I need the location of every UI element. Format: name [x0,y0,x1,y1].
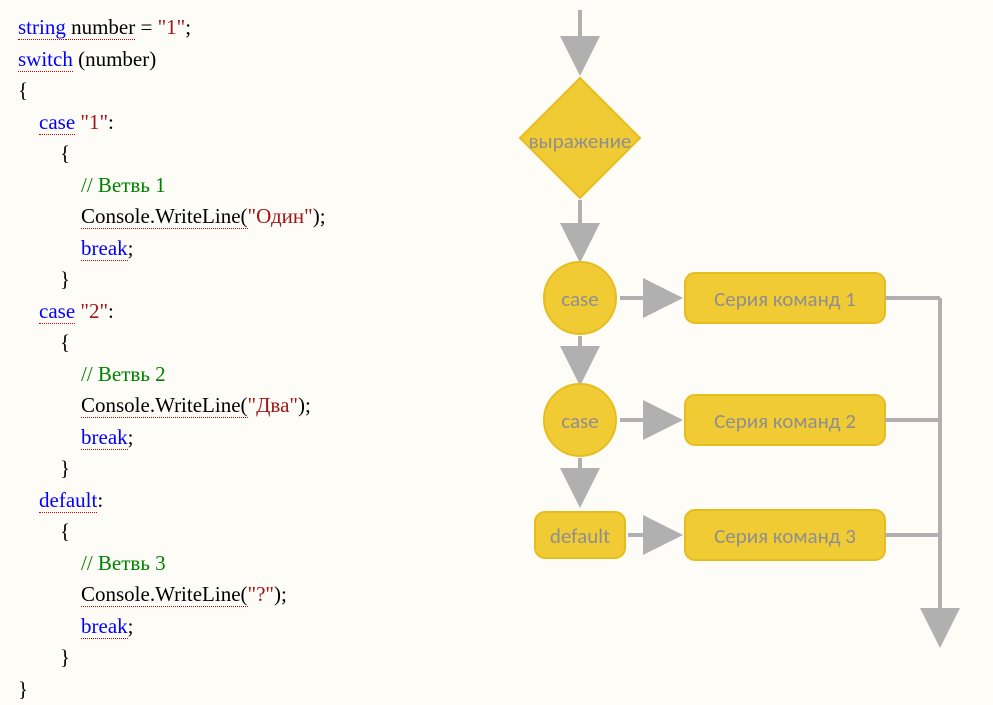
code-line-22: } [18,674,440,705]
circle-case-1 [544,262,616,334]
code-line-19: Console.WriteLine("?"); [18,579,440,611]
method-writeline-1: Console.WriteLine( [81,204,248,229]
code-panel: string number = "1"; switch (number) { c… [0,0,440,678]
rect-series-2 [685,395,885,445]
code-line-17: { [18,516,440,548]
comment-branch-3: // Ветвь 3 [18,551,166,575]
keyword-case-2: case [39,299,75,324]
code-line-2: switch (number) [18,44,440,76]
circle-case-2 [544,384,616,456]
diagram-svg [440,0,993,678]
code-line-1: string number = "1"; [18,12,440,44]
code-line-7: Console.WriteLine("Один"); [18,201,440,233]
rect-series-1 [685,273,885,323]
code-line-8: break; [18,233,440,265]
rect-default [535,512,625,558]
code-line-15: } [18,453,440,485]
code-line-14: break; [18,422,440,454]
code-line-9: } [18,264,440,296]
comment-branch-1: // Ветвь 1 [18,173,166,197]
method-writeline-2: Console.WriteLine( [81,393,248,418]
code-line-12: // Ветвь 2 [18,359,440,391]
method-writeline-3: Console.WriteLine( [81,582,248,607]
code-line-5: { [18,138,440,170]
keyword-case-1: case [39,110,75,135]
code-line-20: break; [18,611,440,643]
keyword-string: string [18,15,66,40]
code-line-16: default: [18,485,440,517]
flowchart-diagram: выражение case case default Серия команд… [440,0,993,678]
keyword-default: default [39,488,97,513]
code-line-13: Console.WriteLine("Два"); [18,390,440,422]
keyword-break-1: break [81,236,128,261]
code-line-11: { [18,327,440,359]
code-line-6: // Ветвь 1 [18,170,440,202]
ident-number: number [66,15,135,40]
code-line-18: // Ветвь 3 [18,548,440,580]
keyword-break-2: break [81,425,128,450]
rect-series-3 [685,510,885,560]
keyword-switch: switch [18,47,73,72]
diamond-expression [520,78,640,198]
code-line-10: case "2": [18,296,440,328]
code-line-21: } [18,642,440,674]
code-line-4: case "1": [18,107,440,139]
code-line-3: { [18,75,440,107]
comment-branch-2: // Ветвь 2 [18,362,166,386]
keyword-break-3: break [81,614,128,639]
